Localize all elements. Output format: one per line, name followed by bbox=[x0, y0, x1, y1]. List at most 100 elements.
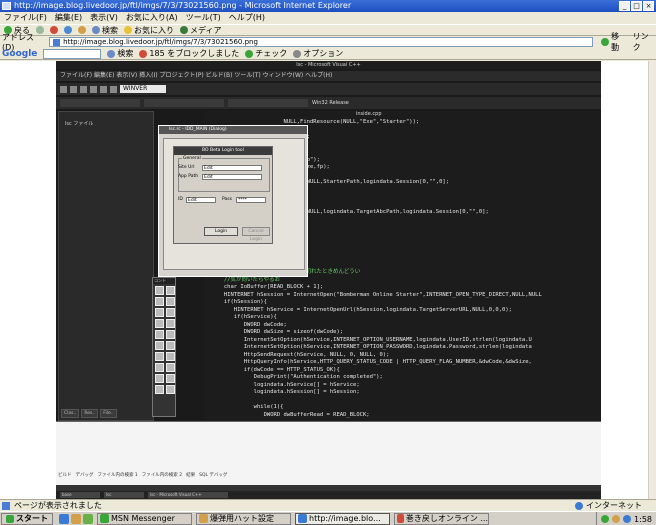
ime-icon[interactable] bbox=[623, 515, 632, 523]
minimize-button[interactable]: _ bbox=[619, 1, 630, 11]
checkbox-tool-icon bbox=[155, 319, 164, 328]
menu-help[interactable]: ヘルプ(H) bbox=[229, 12, 265, 24]
tree-tool-icon bbox=[166, 374, 175, 383]
address-bar: アドレス(D) http://image.blog.livedoor.jp/ft… bbox=[0, 32, 656, 52]
window-titlebar: http://image.blog.livedoor.jp/ftl/imgs/7… bbox=[0, 0, 656, 12]
output-tab-build: ビルド bbox=[58, 473, 72, 478]
ie-launch-icon[interactable] bbox=[59, 513, 69, 524]
login-dialog: BO Beta Login tool General Site Url Edit… bbox=[173, 146, 273, 244]
code-line: logindata.hService[] = hService; bbox=[204, 381, 360, 388]
picture-tool-icon bbox=[166, 286, 175, 295]
cancel-login-button: Cancel Login bbox=[242, 227, 270, 242]
app-path-label: App Path bbox=[178, 174, 199, 179]
vs-open-icon bbox=[70, 85, 77, 93]
media-icon bbox=[180, 26, 188, 34]
output-tab-results: 結果 bbox=[186, 473, 196, 478]
google-logo[interactable]: Google bbox=[2, 49, 37, 59]
login-dialog-title: BO Beta Login tool bbox=[174, 147, 272, 155]
home-icon bbox=[78, 26, 86, 34]
palette-grid bbox=[153, 284, 175, 396]
task-online[interactable]: 巻き戻しオンライン ... bbox=[394, 512, 489, 525]
start-button[interactable]: スタート bbox=[1, 512, 53, 525]
ie-icon bbox=[2, 2, 11, 10]
statusbar: ページが表示されました インターネット bbox=[0, 499, 656, 511]
code-line: logindata.hSession[] = hSession; bbox=[204, 389, 360, 395]
output-tab-find2: ファイル内の検索 2 bbox=[141, 473, 183, 478]
popup-blocked-button[interactable]: 185 をブロックしました bbox=[139, 48, 239, 59]
listctrl-tool-icon bbox=[155, 374, 164, 383]
stop-button[interactable] bbox=[50, 26, 58, 34]
menu-edit[interactable]: 編集(E) bbox=[55, 12, 82, 24]
radio-tool-icon bbox=[166, 319, 175, 328]
vs-save-icon bbox=[80, 85, 87, 93]
vs-config-combo: Win32 Release bbox=[312, 100, 349, 106]
button-tool-icon bbox=[166, 308, 175, 317]
search-button[interactable]: 検索 bbox=[92, 25, 118, 36]
check-icon bbox=[245, 49, 254, 58]
status-text: ページが表示されました bbox=[14, 501, 102, 510]
vs-task-vc: lsc - Microsoft Visual C++ bbox=[148, 492, 228, 498]
app-launch-icon[interactable] bbox=[83, 513, 93, 524]
google-search-input[interactable] bbox=[43, 48, 102, 59]
pointer-tool-icon bbox=[155, 286, 164, 295]
desktop-launch-icon[interactable] bbox=[71, 513, 81, 524]
close-button[interactable]: × bbox=[643, 1, 654, 11]
menu-file[interactable]: ファイル(F) bbox=[4, 12, 47, 24]
static-text-tool-icon bbox=[155, 297, 164, 306]
general-group-label: General bbox=[182, 156, 202, 161]
window-controls: _ □ × bbox=[619, 1, 654, 11]
google-search-button[interactable]: 検索 bbox=[107, 48, 133, 59]
progress-tool-icon bbox=[166, 352, 175, 361]
menu-view[interactable]: 表示(V) bbox=[90, 12, 118, 24]
code-line: if(hSession){ bbox=[204, 299, 267, 305]
windows-taskbar: スタート MSN Messenger 爆弾用ハット設定 http://image… bbox=[0, 511, 656, 525]
address-url: http://image.blog.livedoor.jp/ftl/imgs/7… bbox=[63, 38, 258, 46]
code-line: HINTERNET hSession = InternetOpen("Bombe… bbox=[204, 291, 542, 298]
vs-copy-icon bbox=[100, 85, 107, 93]
google-search-icon bbox=[107, 49, 116, 58]
task-bomb-hat[interactable]: 爆弾用ハット設定 bbox=[196, 512, 291, 525]
star-icon bbox=[124, 26, 132, 34]
network-icon[interactable] bbox=[601, 515, 610, 523]
task-msn-messenger[interactable]: MSN Messenger bbox=[97, 512, 192, 525]
media-button[interactable]: メディア bbox=[180, 25, 221, 36]
maximize-button[interactable]: □ bbox=[631, 1, 642, 11]
vs-resourceview-tab: Res.. bbox=[81, 409, 99, 418]
spellcheck-button[interactable]: チェック bbox=[245, 48, 287, 59]
browser-content: lsc - Microsoft Visual C++ ファイル(F) 編集(E)… bbox=[0, 61, 648, 499]
system-tray: 1:58 bbox=[596, 512, 656, 525]
game-icon bbox=[397, 514, 404, 523]
code-line: DWORD dwSize = sizeof(dwCode); bbox=[204, 329, 344, 335]
clock: 1:58 bbox=[634, 514, 652, 524]
options-button[interactable]: オプション bbox=[293, 48, 343, 59]
group-box-tool-icon bbox=[155, 308, 164, 317]
toolbar: 戻る 検索 お気に入り メディア bbox=[0, 24, 656, 36]
window-title: http://image.blog.livedoor.jp/ftl/imgs/7… bbox=[14, 1, 352, 10]
windows-logo-icon bbox=[6, 514, 14, 523]
refresh-button[interactable] bbox=[64, 26, 72, 34]
page-icon bbox=[53, 38, 61, 46]
id-label: ID bbox=[178, 197, 183, 202]
google-toolbar: Google 検索 185 をブロックしました チェック オプション bbox=[0, 48, 656, 60]
code-line: if(dwCode == HTTP_STATUS_OK){ bbox=[204, 366, 340, 373]
menu-tools[interactable]: ツール(T) bbox=[186, 12, 221, 24]
task-internet-explorer[interactable]: http://image.blo... bbox=[295, 512, 390, 525]
volume-icon[interactable] bbox=[612, 515, 621, 523]
hotkey-tool-icon bbox=[166, 363, 175, 372]
popup-blocker-icon bbox=[139, 49, 148, 58]
slider-tool-icon bbox=[155, 363, 164, 372]
vs-workspace-tabs: Clas.. Res.. File.. bbox=[59, 409, 117, 418]
code-line: HINTERNET hService = InternetOpenUrl(hSe… bbox=[204, 306, 512, 313]
address-input[interactable]: http://image.blog.livedoor.jp/ftl/imgs/7… bbox=[49, 37, 594, 47]
favorites-button[interactable]: お気に入り bbox=[124, 25, 174, 36]
code-line: DebugPrint("Authentication completed"); bbox=[204, 374, 383, 380]
home-button[interactable] bbox=[78, 26, 86, 34]
vertical-scrollbar[interactable] bbox=[648, 61, 656, 499]
vs-output-panel: ビルド デバッグ ファイル内の検索 1 ファイル内の検索 2 結果 SQL デバ… bbox=[56, 421, 601, 485]
code-line: DWORD dwCode; bbox=[204, 321, 287, 328]
tab-tool-icon bbox=[155, 385, 164, 394]
pass-field: **** bbox=[236, 197, 266, 203]
code-line: char IoBuffer[READ_BLOCK + 1]; bbox=[204, 284, 324, 290]
menu-favorites[interactable]: お気に入り(A) bbox=[126, 12, 178, 24]
vs-workspace-panel: lsc ファイル Clas.. Res.. File.. bbox=[58, 111, 154, 421]
